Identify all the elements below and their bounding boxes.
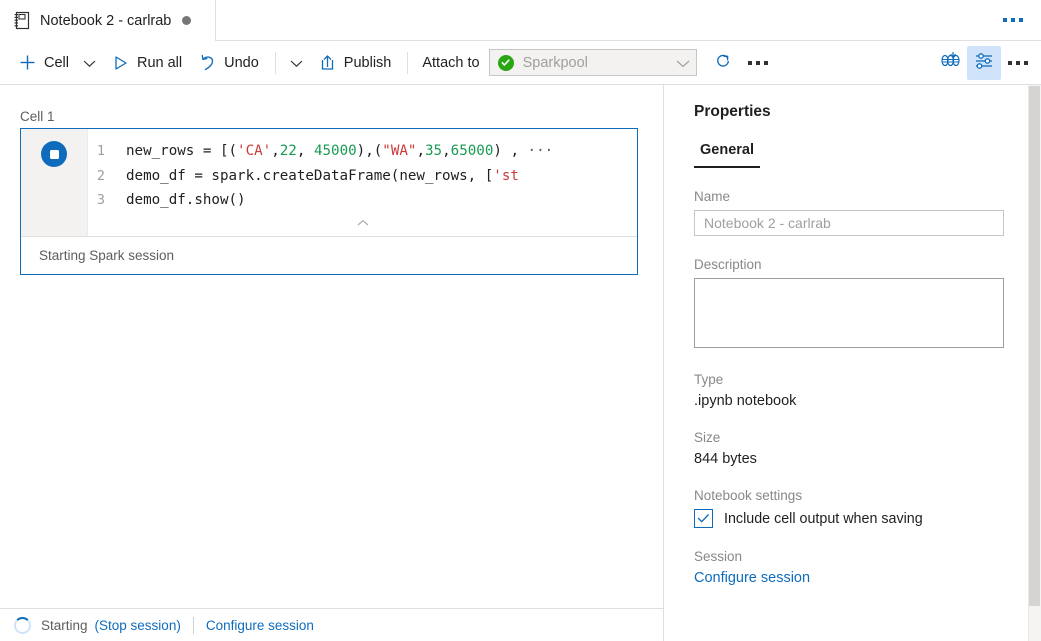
properties-title: Properties — [694, 103, 1003, 121]
ellipsis-icon — [1003, 18, 1023, 22]
name-field-label: Name — [694, 189, 1003, 204]
toolbar-overflow-button[interactable] — [1001, 46, 1035, 80]
tab-general[interactable]: General — [694, 142, 760, 168]
tab-strip-spacer — [216, 0, 993, 40]
play-icon — [111, 53, 130, 72]
session-field-label: Session — [694, 549, 1003, 564]
cell-output: Starting Spark session — [21, 236, 637, 274]
notebook-icon — [13, 11, 31, 30]
unsaved-indicator-icon — [182, 16, 191, 25]
add-cell-button[interactable]: Cell — [10, 46, 77, 80]
chevron-down-icon — [290, 55, 303, 71]
undo-arrow-icon — [198, 53, 217, 72]
stop-icon — [50, 150, 59, 159]
publish-label: Publish — [344, 55, 392, 71]
status-divider — [193, 617, 194, 634]
undo-dropdown-button[interactable] — [284, 46, 310, 80]
chevron-down-icon — [676, 55, 690, 71]
toolbar-divider-2 — [407, 52, 408, 74]
tab-strip: Notebook 2 - carlrab — [0, 0, 1041, 41]
chevron-down-icon — [83, 55, 96, 71]
properties-configure-session-link[interactable]: Configure session — [694, 570, 1003, 586]
cell-body: 1new_rows = [('CA',22, 45000),("WA",35,6… — [21, 129, 637, 236]
tab-strip-overflow-button[interactable] — [993, 0, 1041, 40]
notebook-toolbar: Cell Run all Und — [0, 41, 1041, 85]
code-lines: 1new_rows = [('CA',22, 45000),("WA",35,6… — [88, 139, 637, 213]
loading-spinner-icon — [14, 617, 31, 634]
refresh-icon — [714, 52, 733, 74]
sliders-properties-icon — [973, 50, 995, 75]
type-field-label: Type — [694, 372, 1003, 387]
session-status-bar: Starting (Stop session) Configure sessio… — [0, 608, 663, 641]
checkmark-icon — [697, 513, 710, 524]
stop-cell-button[interactable] — [41, 141, 67, 167]
pool-name-label: Sparkpool — [523, 55, 676, 71]
description-textarea[interactable] — [694, 278, 1004, 348]
type-value: .ipynb notebook — [694, 393, 1003, 409]
plus-icon — [18, 53, 37, 72]
notebook-cell-1[interactable]: 1new_rows = [('CA',22, 45000),("WA",35,6… — [20, 128, 638, 275]
vertical-scrollbar-thumb[interactable] — [1029, 86, 1040, 606]
undo-button[interactable]: Undo — [190, 46, 267, 80]
code-content: demo_df = spark.createDataFrame(new_rows… — [126, 164, 519, 189]
include-output-label: Include cell output when saving — [724, 511, 923, 527]
line-number: 3 — [88, 188, 126, 213]
line-number: 1 — [88, 139, 126, 164]
include-output-row[interactable]: Include cell output when saving — [694, 509, 1003, 528]
cell-code-editor[interactable]: 1new_rows = [('CA',22, 45000),("WA",35,6… — [88, 129, 637, 236]
toolbar-more-button[interactable] — [741, 46, 775, 80]
code-content: demo_df.show() — [126, 188, 246, 213]
toolbar-divider-1 — [275, 52, 276, 74]
add-cell-dropdown-button[interactable] — [77, 46, 103, 80]
stop-session-link[interactable]: (Stop session) — [95, 618, 181, 633]
size-value: 844 bytes — [694, 451, 1003, 467]
session-state-label: Starting — [41, 618, 88, 633]
variables-button[interactable] — [933, 46, 967, 80]
chevron-up-icon — [355, 219, 371, 230]
ellipsis-icon — [1008, 61, 1028, 65]
cell-index-label: Cell 1 — [20, 109, 55, 124]
cell-run-gutter — [21, 129, 88, 236]
size-field-label: Size — [694, 430, 1003, 445]
cell-collapse-button[interactable] — [88, 213, 637, 236]
add-cell-label: Cell — [44, 55, 69, 71]
properties-panel-button[interactable] — [967, 46, 1001, 80]
code-line: 1new_rows = [('CA',22, 45000),("WA",35,6… — [88, 139, 637, 164]
synapse-notebook-window: Notebook 2 - carlrab Cell — [0, 0, 1041, 641]
publish-upload-icon — [318, 53, 337, 72]
line-number: 2 — [88, 164, 126, 189]
code-content: new_rows = [('CA',22, 45000),("WA",35,65… — [126, 139, 553, 164]
code-line: 3demo_df.show() — [88, 188, 637, 213]
include-output-checkbox[interactable] — [694, 509, 713, 528]
properties-panel: Properties General Name Description Type… — [664, 85, 1028, 641]
code-line: 2demo_df = spark.createDataFrame(new_row… — [88, 164, 637, 189]
publish-button[interactable]: Publish — [310, 46, 400, 80]
name-input[interactable] — [694, 210, 1004, 236]
run-all-label: Run all — [137, 55, 182, 71]
tab-title: Notebook 2 - carlrab — [40, 13, 171, 29]
refresh-session-button[interactable] — [707, 46, 741, 80]
tab-notebook-2[interactable]: Notebook 2 - carlrab — [0, 0, 216, 41]
ellipsis-icon — [748, 61, 768, 65]
green-check-icon — [498, 55, 514, 71]
attach-to-pool-select[interactable]: Sparkpool — [489, 49, 697, 76]
variables-icon — [939, 50, 962, 76]
description-field-label: Description — [694, 257, 1003, 272]
properties-tabs: General — [694, 142, 1003, 168]
undo-label: Undo — [224, 55, 259, 71]
attach-to-label: Attach to — [422, 55, 479, 71]
run-all-button[interactable]: Run all — [103, 46, 190, 80]
configure-session-link[interactable]: Configure session — [206, 618, 314, 633]
notebook-settings-label: Notebook settings — [694, 488, 1003, 503]
